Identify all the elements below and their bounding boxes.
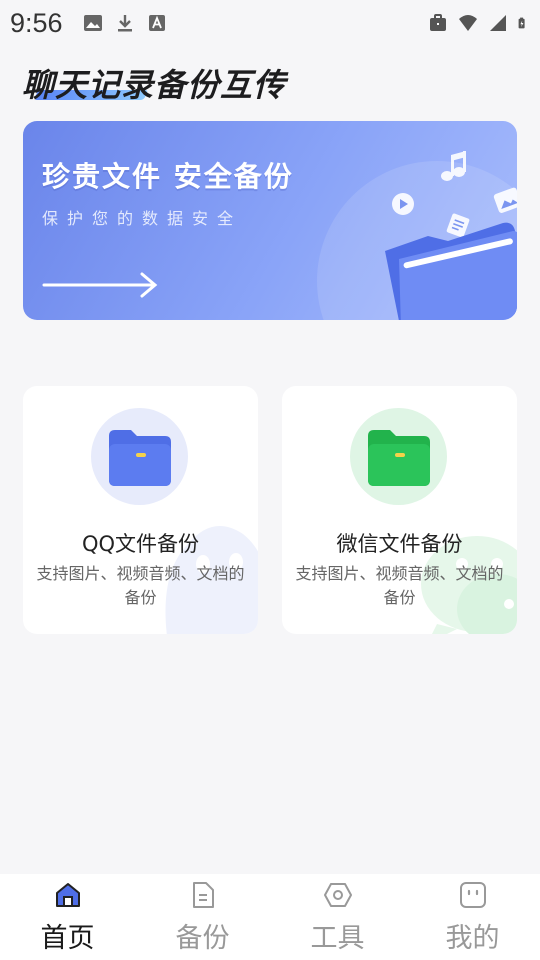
status-system-icons xyxy=(428,13,530,33)
status-bar: 9:56 xyxy=(0,0,540,46)
nav-item-tools[interactable]: 工具 xyxy=(270,874,405,960)
hero-banner[interactable]: 珍贵文件 安全备份 保护您的数据安全 xyxy=(23,121,517,320)
nav-item-backup[interactable]: 备份 xyxy=(135,874,270,960)
status-time: 9:56 xyxy=(10,7,63,38)
nav-label-mine: 我的 xyxy=(445,923,500,954)
arrow-right-icon xyxy=(42,272,158,298)
bottom-navigation: 首页 备份 工具 我的 xyxy=(0,874,540,960)
banner-subtitle: 保护您的数据安全 xyxy=(42,209,243,228)
banner-title: 珍贵文件 安全备份 xyxy=(42,160,294,193)
wechat-card-description: 支持图片、视频音频、文档的备份 xyxy=(295,564,504,607)
qq-card-description: 支持图片、视频音频、文档的备份 xyxy=(36,564,245,607)
qq-folder-icon-wrap xyxy=(91,408,188,505)
battery-icon xyxy=(518,17,525,29)
nav-item-mine[interactable]: 我的 xyxy=(405,874,540,960)
signal-icon xyxy=(490,15,506,31)
folder-blue-icon xyxy=(109,430,171,486)
wechat-folder-icon-wrap xyxy=(350,408,447,505)
nav-item-home[interactable]: 首页 xyxy=(0,874,135,960)
home-icon xyxy=(55,883,80,907)
qq-card-title: QQ文件备份 xyxy=(81,532,200,556)
briefcase-icon xyxy=(430,14,446,31)
nav-label-tools: 工具 xyxy=(310,923,365,954)
image-icon xyxy=(83,15,102,31)
folder-green-icon xyxy=(368,430,430,486)
profile-icon xyxy=(459,882,486,908)
download-icon xyxy=(117,15,132,32)
qq-backup-card[interactable]: QQ文件备份 支持图片、视频音频、文档的备份 xyxy=(23,386,258,634)
document-icon xyxy=(192,882,214,908)
wechat-card-title: 微信文件备份 xyxy=(336,532,463,556)
wifi-icon xyxy=(459,15,477,31)
a-icon xyxy=(148,15,165,31)
folder-illustration xyxy=(385,151,517,320)
page-title: 聊天记录备份互传 xyxy=(22,66,287,104)
status-notification-icons xyxy=(83,13,167,33)
wechat-backup-card[interactable]: 微信文件备份 支持图片、视频音频、文档的备份 xyxy=(282,386,517,634)
hexagon-icon xyxy=(323,883,352,907)
nav-label-backup: 备份 xyxy=(175,923,230,954)
nav-label-home: 首页 xyxy=(40,923,95,954)
